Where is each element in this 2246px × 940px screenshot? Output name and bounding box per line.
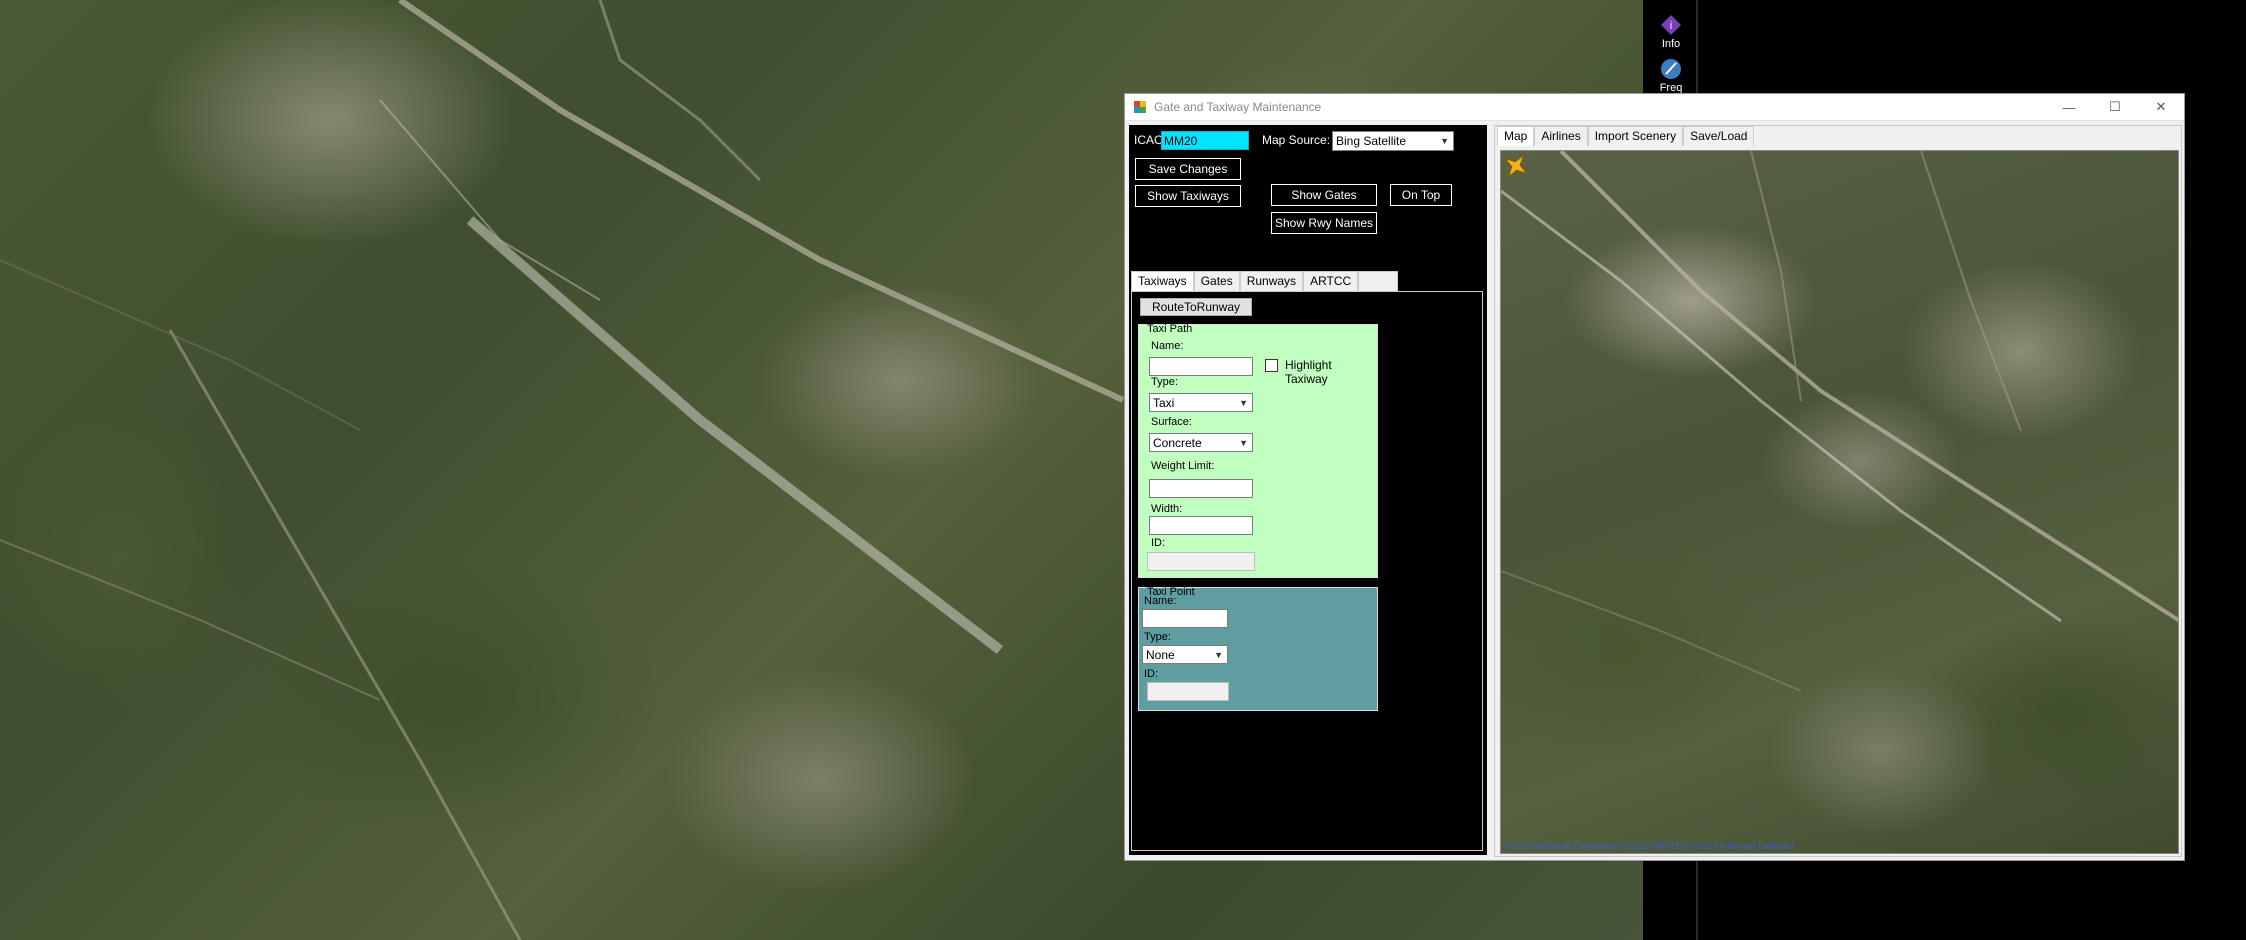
tab-runways[interactable]: Runways [1239, 271, 1304, 291]
editor-tabs: Taxiways Gates Runways ARTCC [1131, 271, 1399, 291]
show-gates-button[interactable]: Show Gates [1271, 184, 1377, 206]
tab-save-load[interactable]: Save/Load [1683, 126, 1755, 146]
weight-limit-label: Weight Limit: [1151, 460, 1215, 472]
minimize-icon: — [2062, 99, 2076, 115]
tab-map[interactable]: Map [1497, 126, 1535, 146]
maximize-icon: ☐ [2109, 99, 2121, 114]
taxi-path-name-label: Name: [1151, 340, 1184, 352]
chevron-down-icon: ▼ [1214, 650, 1223, 660]
taxi-point-name-field[interactable] [1142, 609, 1228, 628]
chevron-down-icon: ▼ [1239, 398, 1248, 408]
info-icon: i [1661, 15, 1681, 35]
tab-airlines[interactable]: Airlines [1534, 126, 1588, 146]
map-source-select[interactable]: Bing Satellite ▼ [1332, 131, 1454, 151]
tab-gates[interactable]: Gates [1193, 271, 1240, 291]
window-titlebar[interactable]: Gate and Taxiway Maintenance — ☐ ✕ [1125, 94, 2184, 121]
map-source-value: Bing Satellite [1336, 134, 1407, 148]
taxi-path-type-label: Type: [1151, 376, 1178, 388]
show-rwy-names-button[interactable]: Show Rwy Names [1271, 212, 1377, 234]
close-button[interactable]: ✕ [2138, 94, 2184, 121]
taxi-point-type-value: None [1146, 648, 1175, 662]
taxi-point-id-field [1147, 682, 1229, 701]
tab-artcc[interactable]: ARTCC [1303, 271, 1359, 291]
highlight-taxiway-checkbox[interactable] [1265, 359, 1278, 372]
close-icon: ✕ [2155, 99, 2167, 114]
width-label: Width: [1151, 503, 1183, 515]
route-to-runway-button[interactable]: RouteToRunway [1140, 298, 1252, 316]
airport-marker-icon[interactable] [1501, 151, 1531, 181]
chevron-down-icon: ▼ [1239, 438, 1248, 448]
icao-input[interactable]: MM20 [1161, 131, 1249, 150]
taxiways-tab-panel: RouteToRunway Taxi Path Name: Highlight … [1131, 291, 1483, 851]
tab-import-scenery[interactable]: Import Scenery [1587, 126, 1684, 146]
width-field[interactable] [1149, 516, 1253, 535]
app-icon [1134, 101, 1146, 113]
chevron-down-icon: ▼ [1440, 136, 1449, 146]
svg-text:i: i [1670, 20, 1672, 32]
info-label: Info [1661, 38, 1681, 50]
gate-taxiway-window: Gate and Taxiway Maintenance — ☐ ✕ ICAO … [1124, 93, 2185, 861]
taxi-point-id-label: ID: [1144, 668, 1159, 680]
taxi-path-surface-select[interactable]: Concrete ▼ [1149, 433, 1253, 452]
icao-label: ICAO [1134, 133, 1164, 147]
taxi-path-id-field [1147, 552, 1255, 571]
tab-strip-filler [1358, 271, 1399, 291]
taxi-path-surface-label: Surface: [1151, 416, 1192, 428]
save-changes-button[interactable]: Save Changes [1135, 158, 1241, 180]
taxi-path-id-label: ID: [1151, 537, 1166, 549]
frequency-icon [1661, 59, 1681, 79]
taxi-path-type-value: Taxi [1153, 396, 1175, 410]
taxi-path-group: Taxi Path Name: Highlight Taxiway Type: … [1138, 323, 1378, 578]
map-source-label: Map Source: [1262, 133, 1331, 147]
taxi-path-type-select[interactable]: Taxi ▼ [1149, 393, 1253, 412]
taxi-path-legend: Taxi Path [1147, 323, 1193, 335]
map-pane: Map Airlines Import Scenery Save/Load ©2… [1494, 125, 2182, 857]
taxi-point-type-label: Type: [1144, 631, 1171, 643]
taxi-point-group: Taxi Point Name: Type: None ▼ ID: [1138, 586, 1378, 711]
weight-limit-field[interactable] [1149, 479, 1253, 498]
tab-taxiways[interactable]: Taxiways [1131, 271, 1194, 291]
highlight-taxiway-label: Highlight Taxiway [1285, 358, 1332, 386]
info-launcher[interactable]: i Info [1651, 14, 1691, 50]
editor-pane: ICAO MM20 Map Source: Bing Satellite ▼ S… [1129, 125, 1487, 855]
freq-launcher[interactable]: Freq [1651, 58, 1691, 94]
minimize-button[interactable]: — [2046, 94, 2092, 121]
taxi-path-name-field[interactable] [1149, 357, 1253, 376]
map-tabs: Map Airlines Import Scenery Save/Load [1497, 126, 1755, 146]
map-features [1501, 151, 2178, 692]
map-attribution[interactable]: ©2023 Microsoft Corporation ©2023 NAVTEQ… [1505, 841, 1794, 851]
satellite-map-view[interactable]: ©2023 Microsoft Corporation ©2023 NAVTEQ… [1500, 150, 2179, 854]
show-taxiways-button[interactable]: Show Taxiways [1135, 185, 1241, 207]
taxi-path-surface-value: Concrete [1153, 436, 1202, 450]
maximize-button[interactable]: ☐ [2092, 94, 2138, 121]
window-title: Gate and Taxiway Maintenance [1154, 100, 1322, 114]
taxi-point-name-label: Name: [1144, 595, 1177, 607]
taxi-point-type-select[interactable]: None ▼ [1142, 645, 1228, 664]
on-top-button[interactable]: On Top [1390, 184, 1452, 206]
